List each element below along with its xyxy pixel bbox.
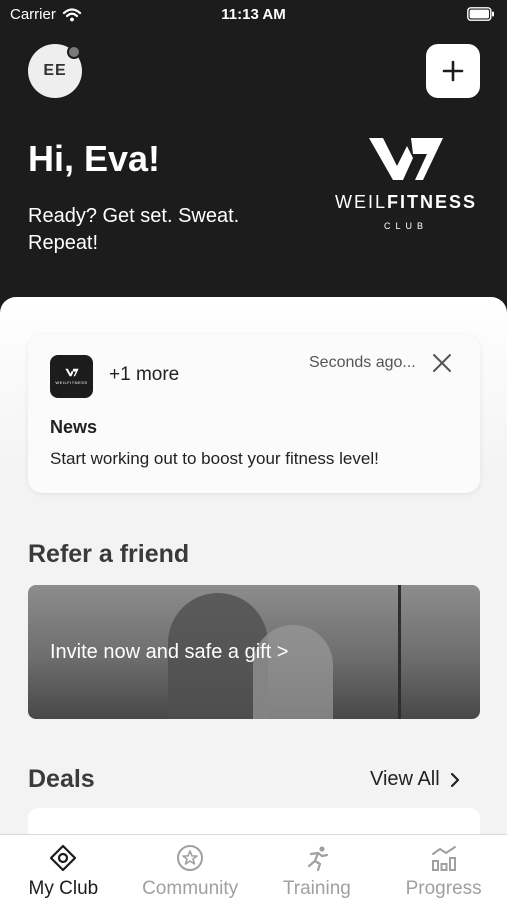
chart-icon: [431, 846, 456, 871]
tab-my-club[interactable]: My Club: [0, 835, 127, 901]
close-icon[interactable]: [430, 351, 454, 375]
tab-bar: My Club Community Training Progress: [0, 834, 507, 901]
chevron-right-icon: [450, 772, 459, 787]
header: EE Hi, Eva! Ready? Get set. Sweat. Repea…: [0, 0, 507, 330]
greeting: Hi, Eva!: [28, 138, 161, 179]
refer-banner[interactable]: Invite now and safe a gift >: [28, 585, 480, 719]
refer-cta: Invite now and safe a gift >: [50, 641, 289, 663]
banner-photo-pole: [398, 585, 401, 719]
tab-label: Training: [282, 878, 351, 899]
tab-label: My Club: [28, 878, 99, 899]
status-time: 11:13 AM: [221, 6, 286, 23]
notification-time: Seconds ago...: [309, 354, 416, 371]
tab-label: Community: [142, 878, 239, 899]
tab-community[interactable]: Community: [127, 835, 254, 901]
tab-label: Progress: [405, 878, 482, 899]
brand-subtitle: CLUB: [383, 221, 428, 231]
notification-logo: WEILFITNESS: [50, 355, 93, 398]
refer-title: Refer a friend: [28, 540, 190, 568]
tagline: Ready? Get set. Sweat. Repeat!: [28, 205, 240, 254]
avatar[interactable]: EE: [28, 44, 82, 98]
banner-photo-person: [253, 625, 333, 719]
brand-name: WEILFITNESS: [334, 192, 478, 212]
battery-icon: [467, 7, 495, 25]
view-all-label: View All: [370, 768, 440, 790]
add-button[interactable]: [426, 44, 480, 98]
view-all-link[interactable]: View All: [370, 768, 460, 791]
target-icon: [50, 844, 77, 872]
brand-logo: WEILFITNESS CLUB: [330, 136, 482, 246]
notification-text: Start working out to boost your fitness …: [50, 449, 379, 468]
main-content: WEILFITNESS +1 more Seconds ago... News …: [0, 297, 507, 837]
notification-more: +1 more: [109, 364, 180, 385]
plus-icon: [442, 60, 464, 82]
notification-logo-text: WEILFITNESS: [55, 380, 88, 385]
status-dot: [67, 45, 81, 59]
tab-progress[interactable]: Progress: [380, 835, 507, 901]
tab-training[interactable]: Training: [254, 835, 381, 901]
deals-title: Deals: [28, 765, 95, 793]
notification-title: News: [50, 417, 98, 437]
deal-card[interactable]: [28, 808, 480, 837]
status-bar: Carrier 11:13 AM: [0, 0, 507, 30]
running-icon: [307, 846, 328, 872]
star-circle-icon: [177, 845, 204, 871]
notification-card[interactable]: WEILFITNESS +1 more Seconds ago... News …: [28, 335, 480, 493]
avatar-initials: EE: [43, 62, 67, 79]
brand-mark-icon: [369, 138, 443, 180]
brand-mark-icon: [64, 368, 79, 377]
